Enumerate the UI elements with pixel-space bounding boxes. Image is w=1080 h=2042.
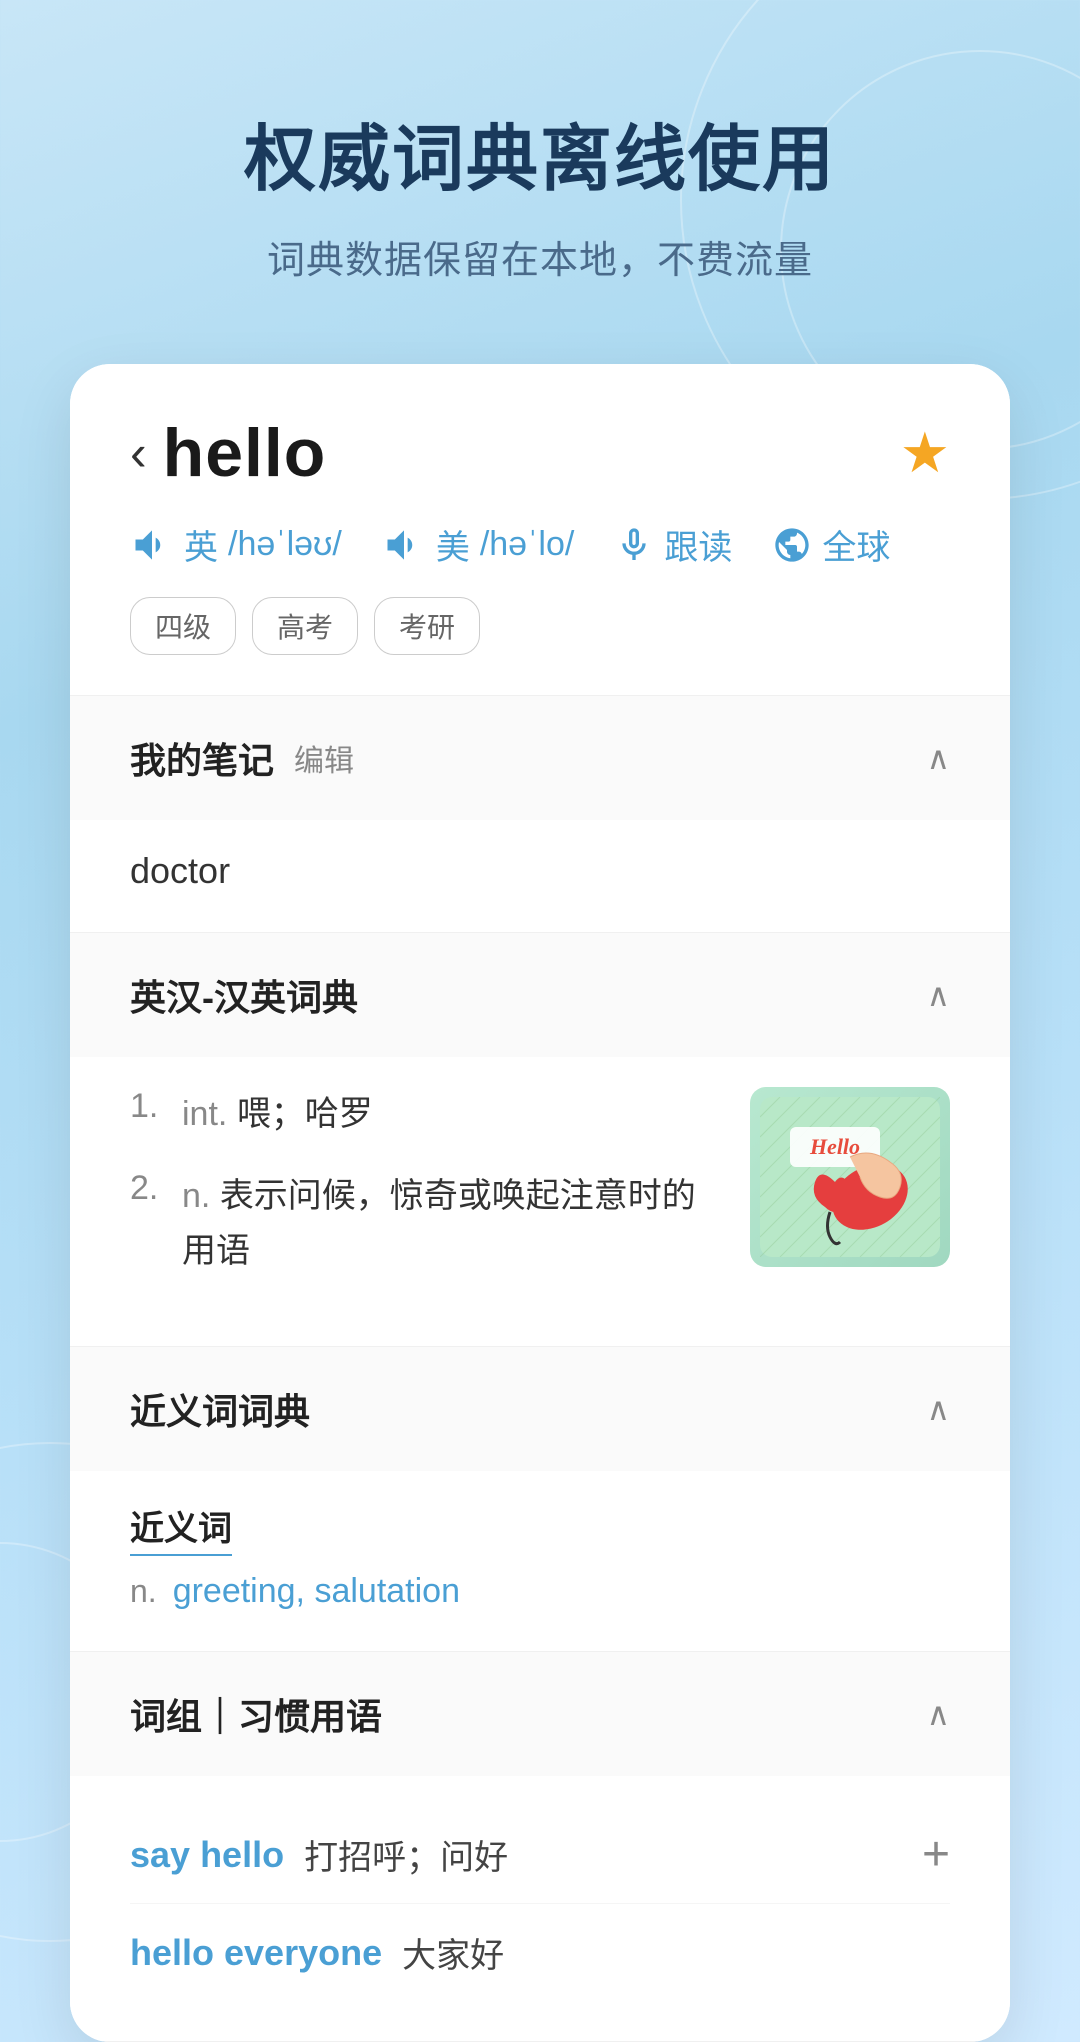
word-row: ‹ hello ★ [130,414,950,492]
us-phonetic-item[interactable]: 美 /həˈlo/ [382,520,575,569]
synonyms-section-header[interactable]: 近义词词典 ∧ [70,1347,1010,1471]
us-phonetic-text: /həˈlo/ [480,525,575,564]
tag-yanyan: 考研 [374,597,480,655]
card-header: ‹ hello ★ 英 /həˈləʊ/ 美 [70,364,1010,696]
page-content: 权威词典离线使用 词典数据保留在本地，不费流量 ‹ hello ★ 英 /həˈ… [0,0,1080,2042]
star-icon[interactable]: ★ [900,420,950,486]
dictionary-section-header[interactable]: 英汉-汉英词典 ∧ [70,933,1010,1057]
synonyms-body: 近义词 n. greeting, salutation [70,1471,1010,1651]
synonym-pos: n. [130,1573,157,1610]
synonym-row: n. greeting, salutation [130,1572,950,1611]
global-label: 全球 [822,520,890,569]
def-meaning-1: 喂；哈罗 [237,1095,373,1133]
notes-chevron-icon: ∧ [927,739,950,777]
def-text-2: n. 表示问候，惊奇或唤起注意时的用语 [182,1169,720,1278]
phrase-cn-1: 打招呼；问好 [304,1830,508,1879]
def-pos-2: n. [182,1177,210,1215]
synonym-words: greeting, salutation [173,1572,460,1611]
dictionary-body: 1. int. 喂；哈罗 2. n. 表示问候，惊奇或唤起注意时的用语 [70,1057,1010,1346]
uk-label: 英 [184,520,218,569]
phrase-en-2[interactable]: hello everyone [130,1932,382,1974]
phone-svg: Hello [760,1097,940,1257]
synonym-label: 近义词 [130,1501,232,1556]
uk-sound-icon [130,523,174,567]
phrases-body: say hello 打招呼；问好 + hello everyone 大家好 [70,1776,1010,2041]
dictionary-title: 英汉-汉英词典 [130,969,358,1021]
us-sound-icon [382,523,426,567]
def-item-1: 1. int. 喂；哈罗 [130,1087,720,1141]
dictionary-section: 英汉-汉英词典 ∧ 1. int. 喂；哈罗 2. [70,933,1010,1347]
def-meaning-2: 表示问候，惊奇或唤起注意时的用语 [182,1177,696,1269]
phrases-section-header[interactable]: 词组｜习惯用语 ∧ [70,1652,1010,1776]
main-word: hello [163,414,327,492]
dictionary-card: ‹ hello ★ 英 /həˈləʊ/ 美 [70,364,1010,2042]
global-button[interactable]: 全球 [772,520,890,569]
tag-cet4: 四级 [130,597,236,655]
synonyms-title: 近义词词典 [130,1383,310,1435]
notes-edit-button[interactable]: 编辑 [294,736,354,780]
hero-subtitle: 词典数据保留在本地，不费流量 [267,229,813,284]
phrase-cn-2: 大家好 [402,1928,504,1977]
follow-read-label: 跟读 [664,520,732,569]
hello-illustration: Hello [750,1087,950,1267]
synonyms-section: 近义词词典 ∧ 近义词 n. greeting, salutation [70,1347,1010,1652]
tags-row: 四级 高考 考研 [130,597,950,655]
notes-content: doctor [130,850,230,891]
notes-body: doctor [70,820,1010,932]
phrase-left-1: say hello 打招呼；问好 [130,1830,922,1879]
phrase-add-1[interactable]: + [922,1831,950,1879]
phrase-en-1[interactable]: say hello [130,1834,284,1876]
uk-phonetic-item[interactable]: 英 /həˈləʊ/ [130,520,342,569]
def-pos-1: int. [182,1095,227,1133]
tag-gaokao: 高考 [252,597,358,655]
dict-definitions: 1. int. 喂；哈罗 2. n. 表示问候，惊奇或唤起注意时的用语 [130,1087,720,1306]
notes-title: 我的笔记 [130,732,274,784]
def-text-1: int. 喂；哈罗 [182,1087,373,1141]
def-num-1: 1. [130,1087,170,1141]
notes-section-header[interactable]: 我的笔记 编辑 ∧ [70,696,1010,820]
back-arrow[interactable]: ‹ [130,428,147,478]
global-icon [772,525,812,565]
phrase-left-2: hello everyone 大家好 [130,1928,950,1977]
def-item-2: 2. n. 表示问候，惊奇或唤起注意时的用语 [130,1169,720,1278]
follow-read-button[interactable]: 跟读 [614,520,732,569]
phrases-section: 词组｜习惯用语 ∧ say hello 打招呼；问好 + hello every… [70,1652,1010,2042]
phrase-item-2: hello everyone 大家好 [130,1904,950,2001]
us-label: 美 [436,520,470,569]
dict-content: 1. int. 喂；哈罗 2. n. 表示问候，惊奇或唤起注意时的用语 [130,1087,950,1306]
phrases-chevron-icon: ∧ [927,1695,950,1733]
dictionary-chevron-icon: ∧ [927,976,950,1014]
notes-section: 我的笔记 编辑 ∧ doctor [70,696,1010,933]
synonyms-chevron-icon: ∧ [927,1390,950,1428]
uk-phonetic-text: /həˈləʊ/ [228,525,342,564]
word-with-back: ‹ hello [130,414,326,492]
phonetics-row: 英 /həˈləʊ/ 美 /həˈlo/ 跟读 [130,520,950,569]
microphone-icon [614,525,654,565]
phrases-title: 词组｜习惯用语 [130,1688,382,1740]
hero-title: 权威词典离线使用 [244,100,836,205]
phrase-item-1: say hello 打招呼；问好 + [130,1806,950,1904]
svg-text:Hello: Hello [809,1134,860,1159]
def-num-2: 2. [130,1169,170,1278]
notes-title-wrap: 我的笔记 编辑 [130,732,354,784]
